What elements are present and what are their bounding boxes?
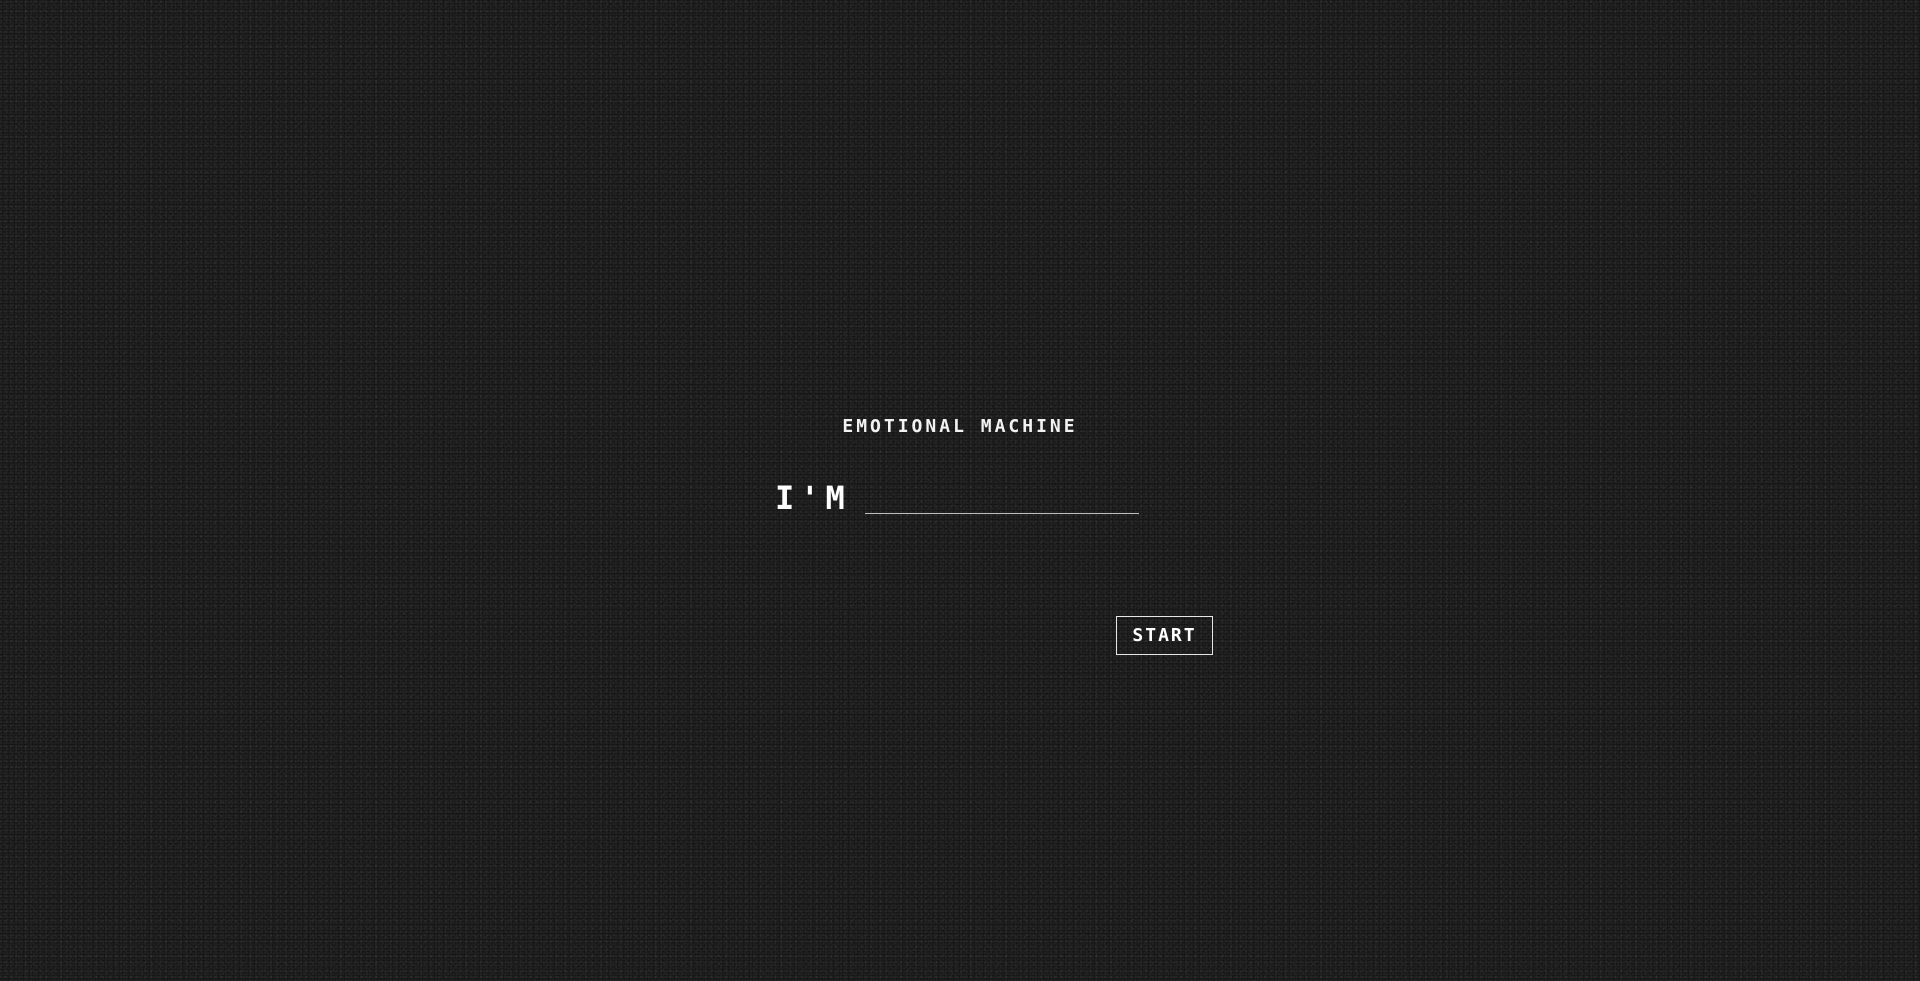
prompt-row: I'M [775, 478, 1139, 518]
start-button[interactable]: START [1116, 616, 1213, 655]
app-title: EMOTIONAL MACHINE [842, 416, 1078, 437]
main-content: EMOTIONAL MACHINE I'M START [0, 0, 1920, 981]
emotion-input[interactable] [864, 483, 1139, 514]
app-stage: EMOTIONAL MACHINE I'M START [0, 0, 1920, 981]
prompt-label: I'M [775, 479, 851, 517]
